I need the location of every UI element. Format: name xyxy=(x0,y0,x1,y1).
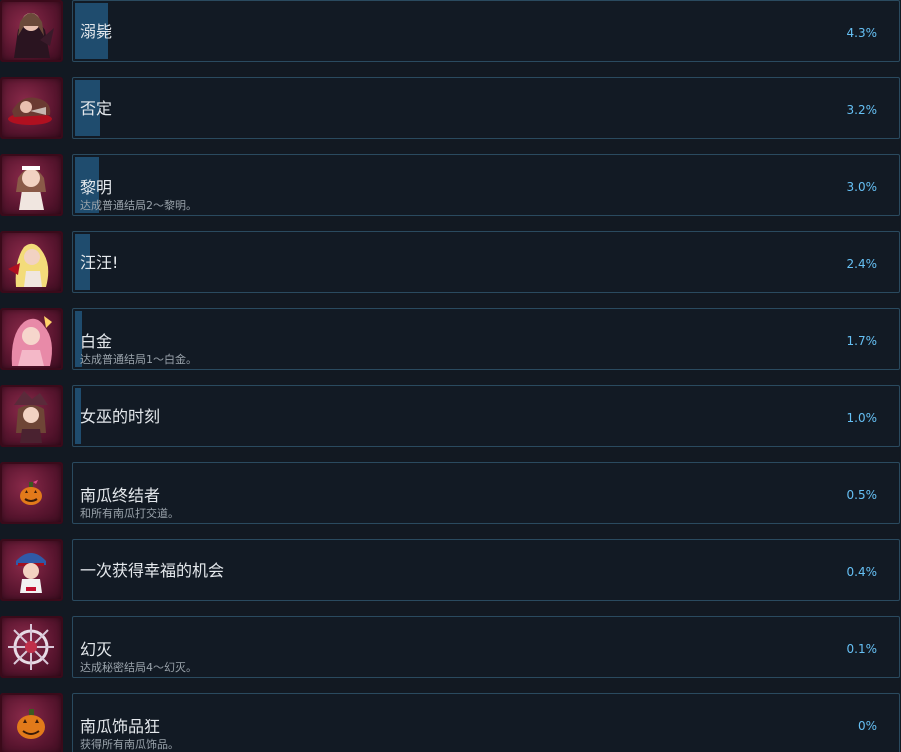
achievement-description: 和所有南瓜打交道。 xyxy=(80,507,179,520)
unlock-percent: 2.4% xyxy=(846,257,878,271)
pink-hair-girl-icon xyxy=(0,308,63,370)
blue-hat-girl-icon xyxy=(0,539,63,601)
unlock-percent: 0% xyxy=(857,719,877,733)
achievement-row[interactable]: 黎明 达成普通结局2～黎明。 3.0% xyxy=(0,154,901,218)
achievement-title: 一次获得幸福的机会 xyxy=(80,561,225,580)
achievement-row[interactable]: 南瓜饰品狂 获得所有南瓜饰品。 0% xyxy=(0,693,901,752)
achievement-row[interactable]: 白金 达成普通结局1～白金。 1.7% xyxy=(0,308,901,372)
achievement-row[interactable]: 汪汪! 2.4% xyxy=(0,231,901,295)
achievement-row[interactable]: 幻灭 达成秘密结局4～幻灭。 0.1% xyxy=(0,616,901,680)
achievement-card: 黎明 达成普通结局2～黎明。 3.0% xyxy=(72,154,900,216)
unlock-percent: 0.1% xyxy=(846,642,878,656)
achievement-title: 南瓜饰品狂 xyxy=(80,717,161,736)
achievement-card: 否定 3.2% xyxy=(72,77,900,139)
unlock-percent: 3.0% xyxy=(846,180,878,194)
achievement-card: 幻灭 达成秘密结局4～幻灭。 0.1% xyxy=(72,616,900,678)
achievement-row[interactable]: 否定 3.2% xyxy=(0,77,901,141)
achievement-card: 女巫的时刻 1.0% xyxy=(72,385,900,447)
achievement-card: 汪汪! 2.4% xyxy=(72,231,900,293)
achievement-title: 汪汪! xyxy=(80,253,119,272)
achievement-card: 南瓜终结者 和所有南瓜打交道。 0.5% xyxy=(72,462,900,524)
achievement-row[interactable]: 一次获得幸福的机会 0.4% xyxy=(0,539,901,603)
achievement-card: 白金 达成普通结局1～白金。 1.7% xyxy=(72,308,900,370)
achievement-title: 黎明 xyxy=(80,178,113,197)
shattered-emblem-icon xyxy=(0,616,63,678)
unlock-percent: 0.5% xyxy=(846,488,878,502)
achievement-description: 获得所有南瓜饰品。 xyxy=(80,738,179,751)
achievement-title: 白金 xyxy=(80,332,113,351)
achievement-row[interactable]: 女巫的时刻 1.0% xyxy=(0,385,901,449)
unlock-percent: 1.0% xyxy=(846,411,878,425)
unlock-percent: 1.7% xyxy=(846,334,878,348)
large-pumpkin-icon xyxy=(0,693,63,752)
blonde-girl-icon xyxy=(0,231,63,293)
achievement-card: 南瓜饰品狂 获得所有南瓜饰品。 0% xyxy=(72,693,900,752)
fallen-girl-icon xyxy=(0,77,63,139)
achievement-card: 溺毙 4.3% xyxy=(72,0,900,62)
achievement-card: 一次获得幸福的机会 0.4% xyxy=(72,539,900,601)
achievement-description: 达成普通结局1～白金。 xyxy=(80,353,197,366)
white-dress-girl-icon xyxy=(0,154,63,216)
achievement-title: 南瓜终结者 xyxy=(80,486,161,505)
achievement-row[interactable]: 南瓜终结者 和所有南瓜打交道。 0.5% xyxy=(0,462,901,526)
witch-hat-girl-icon xyxy=(0,385,63,447)
achievement-title: 否定 xyxy=(80,99,113,118)
unlock-percent: 3.2% xyxy=(846,103,878,117)
unlock-percent: 4.3% xyxy=(846,26,878,40)
achievement-description: 达成秘密结局4～幻灭。 xyxy=(80,661,197,674)
achievement-title: 溺毙 xyxy=(80,22,113,41)
achievement-title: 女巫的时刻 xyxy=(80,407,161,426)
small-pumpkin-icon xyxy=(0,462,63,524)
achievement-description: 达成普通结局2～黎明。 xyxy=(80,199,197,212)
dark-witch-icon xyxy=(0,0,63,62)
achievement-row[interactable]: 溺毙 4.3% xyxy=(0,0,901,64)
unlock-percent: 0.4% xyxy=(846,565,878,579)
achievement-title: 幻灭 xyxy=(80,640,113,659)
achievement-list: 溺毙 4.3% 否定 3.2% 黎明 达成普通结局2～黎明。 3.0% 汪汪! … xyxy=(0,0,901,752)
